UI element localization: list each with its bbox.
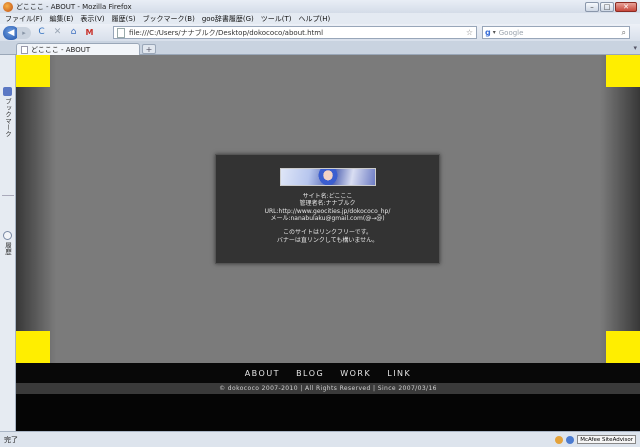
admin-name: 管理者名:ナナブルク — [299, 200, 356, 208]
contact-email: メール:nanabulaku@gmail.com(@→@) — [270, 214, 385, 222]
url-bar[interactable]: file:///C:/Users/ナナブルク/Desktop/dokococo/… — [113, 26, 477, 39]
nav-link-link[interactable]: LINK — [387, 369, 411, 378]
title-bar: どこここ - ABOUT - Mozilla Firefox – □ ✕ — [0, 0, 640, 13]
google-icon[interactable]: g — [485, 28, 491, 37]
maximize-button[interactable]: □ — [600, 1, 614, 12]
nav-link-blog[interactable]: BLOG — [296, 369, 324, 378]
corner-block-bottom-left — [16, 331, 50, 363]
corner-block-top-right — [606, 55, 640, 87]
menu-tools[interactable]: ツール(T) — [261, 14, 292, 24]
about-card: サイト名:どこここ 管理者名:ナナブルク URL:http://www.geoc… — [215, 154, 440, 264]
bookmark-star-icon[interactable]: ☆ — [466, 28, 473, 37]
chevron-down-icon[interactable]: ▾ — [493, 29, 496, 36]
sidebar-divider — [2, 195, 14, 196]
footer-nav: ABOUT BLOG WORK LINK — [16, 363, 640, 383]
close-button[interactable]: ✕ — [615, 1, 637, 12]
minimize-button[interactable]: – — [585, 1, 599, 12]
home-icon[interactable]: ⌂ — [67, 26, 80, 39]
bookmark-icon — [3, 87, 12, 96]
status-text: 完了 — [4, 435, 18, 444]
tab-bar: どこここ - ABOUT + ▾ — [0, 41, 640, 55]
stop-icon[interactable]: ✕ — [51, 26, 64, 39]
new-tab-button[interactable]: + — [142, 44, 156, 54]
menu-bookmarks[interactable]: ブックマーク(B) — [143, 14, 195, 24]
status-bar: 完了 McAfee SiteAdvisor — [0, 431, 640, 447]
footer-background — [16, 394, 640, 431]
sidebar-history-label: 履歴 — [3, 242, 12, 255]
tab-list-icon[interactable]: ▾ — [633, 44, 637, 52]
menu-help[interactable]: ヘルプ(H) — [298, 14, 330, 24]
url-text[interactable]: file:///C:/Users/ナナブルク/Desktop/dokococo/… — [129, 28, 466, 38]
copyright: © dokococo 2007-2010 | All Rights Reserv… — [16, 383, 640, 394]
clock-icon — [3, 231, 12, 240]
gmail-icon[interactable]: M — [83, 26, 96, 39]
banner-character — [317, 169, 339, 185]
tab-about[interactable]: どこここ - ABOUT — [16, 43, 140, 55]
site-url: URL:http://www.geocities.jp/dokococo_hp/ — [264, 207, 391, 215]
menu-edit[interactable]: 編集(E) — [50, 14, 74, 24]
corner-block-top-left — [16, 55, 50, 87]
nav-link-about[interactable]: ABOUT — [245, 369, 280, 378]
navigation-toolbar: ◀ ▸ C ✕ ⌂ M file:///C:/Users/ナナブルク/Deskt… — [0, 24, 640, 41]
sidebar-bookmarks[interactable]: ブックマーク — [1, 87, 14, 137]
page-icon — [21, 45, 28, 54]
menu-bar: ファイル(F) 編集(E) 表示(V) 履歴(S) ブックマーク(B) goo辞… — [0, 13, 640, 24]
sidebar-bookmarks-label: ブックマーク — [3, 98, 12, 137]
search-bar[interactable]: g ▾ Google ⌕ — [482, 26, 630, 39]
menu-file[interactable]: ファイル(F) — [5, 14, 43, 24]
search-icon[interactable]: ⌕ — [622, 28, 626, 38]
page-content: サイト名:どこここ 管理者名:ナナブルク URL:http://www.geoc… — [16, 55, 640, 431]
page-icon — [117, 27, 125, 38]
site-banner[interactable] — [280, 168, 376, 186]
banner-note: バナーは直リンクしても構いません。 — [276, 236, 379, 244]
tab-label: どこここ - ABOUT — [31, 45, 91, 54]
menu-history[interactable]: 履歴(S) — [112, 14, 136, 24]
mcafee-siteadvisor-icon[interactable]: McAfee SiteAdvisor — [577, 435, 636, 444]
about-info: サイト名:どこここ 管理者名:ナナブルク URL:http://www.geoc… — [216, 193, 439, 244]
link-free-note: このサイトはリンクフリーです。 — [282, 229, 373, 237]
firefox-icon — [3, 1, 13, 12]
menu-goo-dictionary[interactable]: goo辞書履歴(G) — [202, 14, 254, 24]
search-input[interactable]: Google — [499, 29, 622, 37]
window-title: どこここ - ABOUT - Mozilla Firefox — [16, 2, 132, 11]
sidebar: ブックマーク 履歴 — [0, 55, 16, 431]
sync-icon[interactable] — [566, 435, 575, 444]
menu-view[interactable]: 表示(V) — [80, 14, 104, 24]
page-stage: サイト名:どこここ 管理者名:ナナブルク URL:http://www.geoc… — [16, 55, 640, 363]
forward-button[interactable]: ▸ — [17, 26, 31, 39]
corner-block-bottom-right — [606, 331, 640, 363]
nav-link-work[interactable]: WORK — [340, 369, 371, 378]
reload-icon[interactable]: C — [35, 26, 48, 39]
sidebar-history[interactable]: 履歴 — [1, 231, 14, 255]
addon-icon[interactable] — [555, 435, 564, 444]
